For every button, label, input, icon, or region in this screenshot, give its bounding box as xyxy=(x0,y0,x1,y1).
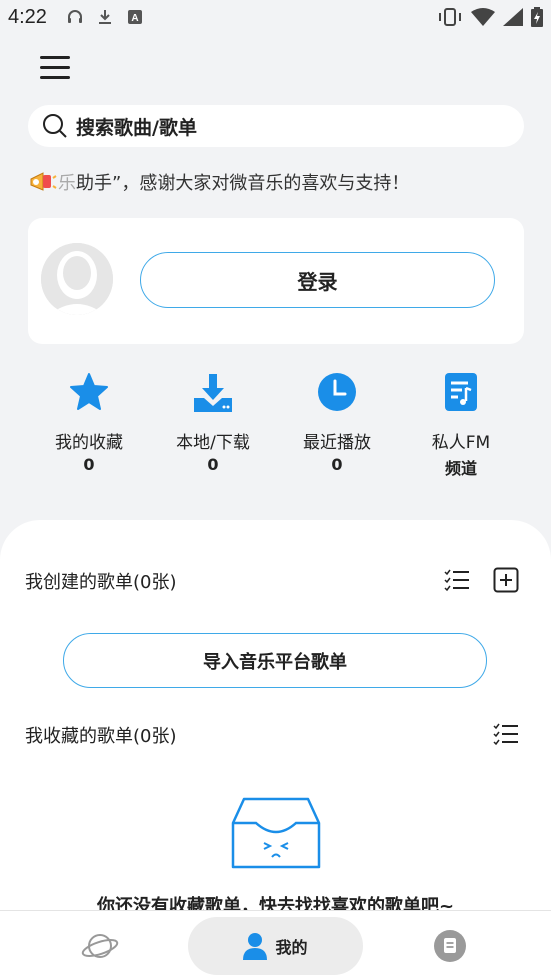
planet-icon xyxy=(81,934,119,958)
notice-marquee: 乐 助手”，感谢大家对微音乐的喜欢与支持！ xyxy=(28,168,409,196)
quick-item-count: 0 xyxy=(331,455,343,474)
import-playlist-button[interactable]: 导入音乐平台歌单 xyxy=(63,633,487,688)
quick-item-label: 我的收藏 xyxy=(55,433,123,453)
nav-tab-mine[interactable]: 我的 xyxy=(188,917,363,975)
battery-icon xyxy=(531,7,543,27)
default-avatar-icon xyxy=(41,243,113,315)
collected-playlists-title: 我收藏的歌单(0张) xyxy=(25,726,177,747)
nav-tab-discover[interactable] xyxy=(60,917,140,975)
signal-icon xyxy=(503,8,523,26)
status-time: 4:22 xyxy=(8,5,47,28)
quick-item-label: 私人FM xyxy=(431,433,491,453)
quick-item-count: 0 xyxy=(207,455,219,474)
quick-item-recent[interactable]: 最近播放 0 xyxy=(282,370,392,474)
search-input[interactable]: 搜索歌曲/歌单 xyxy=(28,105,524,147)
music-note-icon xyxy=(445,373,477,411)
playlists-panel: 我创建的歌单(0张) 导入音乐平台歌单 我收藏的歌单(0张) 你还没有收藏歌单，… xyxy=(0,520,551,920)
quick-item-count: 频道 xyxy=(444,459,477,478)
created-playlists-title: 我创建的歌单(0张) xyxy=(25,572,177,593)
login-button[interactable]: 登录 xyxy=(140,252,495,308)
search-placeholder: 搜索歌曲/歌单 xyxy=(76,116,197,139)
checklist-icon[interactable] xyxy=(444,568,470,592)
bottom-nav: 我的 xyxy=(0,910,551,978)
download-icon xyxy=(194,374,232,412)
headphones-icon xyxy=(67,10,82,23)
checklist-icon[interactable] xyxy=(493,722,519,746)
svg-text:A: A xyxy=(131,13,138,24)
clock-icon xyxy=(318,373,356,411)
message-icon xyxy=(434,930,466,962)
nav-tab-mine-label: 我的 xyxy=(275,938,308,957)
quick-item-count: 0 xyxy=(83,455,95,474)
a-icon: A xyxy=(127,10,142,24)
login-card: 登录 xyxy=(28,218,524,344)
status-bar: 4:22 A xyxy=(0,0,551,34)
notice-text: 助手”，感谢大家对微音乐的喜欢与支持！ xyxy=(76,173,410,194)
nav-tab-messages[interactable] xyxy=(415,917,485,975)
star-icon xyxy=(70,373,108,410)
vibrate-icon xyxy=(439,8,461,26)
notice-faded-text: 乐 xyxy=(58,173,76,194)
person-icon xyxy=(243,933,268,960)
quick-item-personal-fm[interactable]: 私人FM 频道 xyxy=(406,370,516,479)
download-icon xyxy=(98,10,111,24)
wifi-icon xyxy=(471,8,495,26)
quick-item-favorites[interactable]: 我的收藏 0 xyxy=(34,370,144,474)
quick-item-local-download[interactable]: 本地/下载 0 xyxy=(158,370,268,474)
empty-box-icon xyxy=(231,797,321,869)
menu-icon[interactable] xyxy=(40,56,72,82)
search-icon xyxy=(43,114,67,138)
add-playlist-icon[interactable] xyxy=(493,567,519,593)
megaphone-icon xyxy=(30,172,57,191)
quick-item-label: 最近播放 xyxy=(303,433,371,453)
quick-item-label: 本地/下载 xyxy=(176,433,250,453)
avatar[interactable] xyxy=(41,243,113,315)
